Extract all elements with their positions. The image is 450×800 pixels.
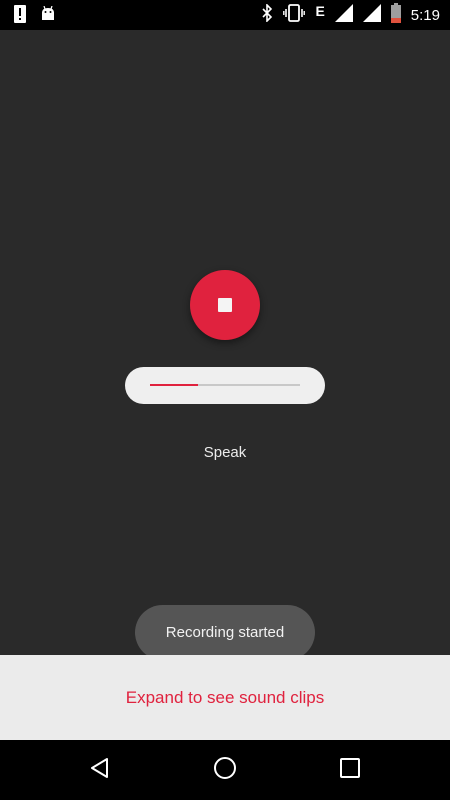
audio-level-meter	[125, 367, 325, 404]
back-icon	[89, 757, 111, 784]
clock: 5:19	[410, 6, 440, 24]
status-right: E 5:19	[261, 2, 440, 28]
recents-icon	[339, 757, 361, 784]
status-bar: E 5:19	[0, 0, 450, 30]
stop-recording-button[interactable]	[190, 270, 260, 340]
recorder-area: Speak Recording started	[0, 30, 450, 660]
home-button[interactable]	[200, 750, 250, 790]
expand-sound-clips-bar[interactable]: Expand to see sound clips	[0, 655, 450, 740]
stop-icon	[218, 298, 232, 312]
status-left	[14, 5, 56, 28]
audio-level-fill	[150, 384, 198, 386]
recents-button[interactable]	[325, 750, 375, 790]
speak-prompt: Speak	[203, 444, 247, 461]
alert-icon	[14, 5, 26, 28]
battery-icon	[390, 2, 401, 28]
back-button[interactable]	[75, 750, 125, 790]
signal-icon	[362, 3, 381, 27]
bluetooth-icon	[261, 2, 273, 27]
audio-level-track	[150, 384, 300, 386]
toast-message: Recording started	[135, 605, 315, 660]
home-icon	[213, 756, 237, 785]
network-type: E	[315, 3, 325, 19]
android-icon	[40, 5, 56, 27]
navigation-bar	[0, 740, 450, 800]
vibrate-icon	[283, 3, 306, 27]
signal-icon	[334, 3, 353, 27]
expand-sound-clips-label: Expand to see sound clips	[125, 687, 325, 707]
